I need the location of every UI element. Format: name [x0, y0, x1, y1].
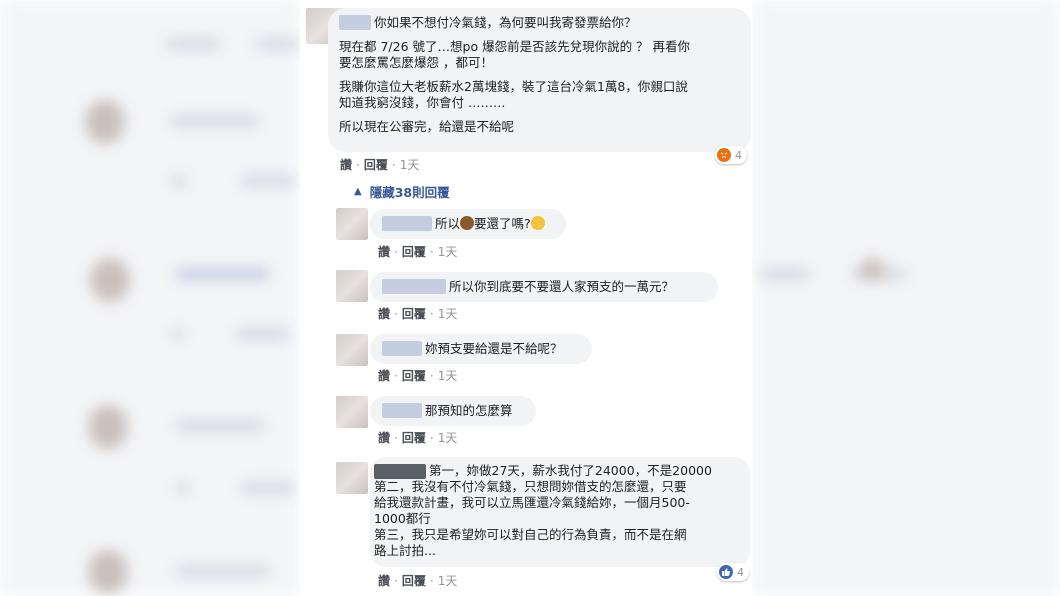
timestamp[interactable]: 1天 [438, 429, 458, 446]
money-bag-icon [460, 216, 475, 230]
avatar[interactable] [336, 396, 368, 428]
reply-text: 第一，妳做27天，薪水我付了24000，不是20000 第二，我沒有不付冷氣錢，… [374, 463, 712, 558]
comment-text-para4: 所以現在公審完，給還是不給呢 [339, 119, 515, 134]
ghost-text [240, 175, 295, 187]
separator: · [394, 368, 398, 383]
ghost-avatar [90, 258, 130, 302]
commenter-name-redacted[interactable] [382, 403, 422, 418]
timestamp[interactable]: 1天 [438, 367, 458, 384]
avatar[interactable] [336, 208, 368, 240]
commenter-name-redacted[interactable] [374, 464, 426, 479]
like-link[interactable]: 讚 [340, 156, 352, 173]
ghost-text [170, 175, 188, 187]
reply-link[interactable]: 回覆 [402, 243, 426, 260]
reply-actions: 讚 · 回覆 · 1天 [378, 429, 457, 446]
reply-actions: 讚 · 回覆 · 1天 [378, 572, 457, 589]
separator: · [356, 157, 360, 172]
commenter-name-redacted[interactable] [382, 279, 446, 294]
blurred-background-right [752, 0, 1060, 596]
ghost-text [255, 38, 300, 50]
reply-actions: 讚 · 回覆 · 1天 [378, 243, 457, 260]
reply-text: 所以你到底要不要還人家預支的一萬元？ [449, 279, 675, 294]
ghost-text [235, 328, 290, 340]
ghost-avatar [860, 258, 884, 282]
reaction-badge[interactable]: 4 [717, 563, 749, 581]
like-link[interactable]: 讚 [378, 429, 390, 446]
reply-link[interactable]: 回覆 [402, 572, 426, 589]
blurred-background-left [0, 0, 300, 596]
separator: · [429, 573, 434, 588]
commenter-name-redacted[interactable] [339, 15, 371, 30]
like-link[interactable]: 讚 [378, 367, 390, 384]
ghost-text [175, 268, 270, 280]
comment-text-para3: 我賺你這位大老板薪水2萬塊錢，裝了這台冷氣1萬8，你親口說 知道我窮沒錢，你會付… [339, 79, 688, 110]
separator: · [429, 368, 434, 383]
timestamp[interactable]: 1天 [438, 243, 458, 260]
reply-text: 那預知的怎麼算 [425, 403, 513, 418]
reply-actions: 讚 · 回覆 · 1天 [378, 367, 457, 384]
like-link[interactable]: 讚 [378, 572, 390, 589]
ghost-text [760, 268, 810, 280]
ghost-text [175, 420, 265, 432]
like-link[interactable]: 讚 [378, 243, 390, 260]
separator: · [394, 573, 398, 588]
avatar[interactable] [336, 270, 368, 302]
reaction-badge[interactable]: 4 [715, 146, 747, 164]
comment-actions: 讚 · 回覆 · 1天 [340, 156, 419, 173]
reply-bubble: 妳預支要給還是不給呢？ [370, 334, 592, 364]
main-comment-bubble: 你如果不想付冷氣錢，為何要叫我寄發票給你？ 現在都 7/26 號了…想po 爆怨… [328, 8, 751, 152]
commenter-name-redacted[interactable] [382, 216, 432, 231]
timestamp[interactable]: 1天 [400, 156, 420, 173]
ghost-text [175, 482, 190, 494]
comment-text-line1: 你如果不想付冷氣錢，為何要叫我寄發票給你？ [374, 15, 637, 30]
hide-replies-toggle[interactable]: ▲ 隱藏38則回覆 [354, 182, 450, 201]
ghost-avatar [88, 550, 128, 594]
separator: · [429, 306, 434, 321]
comment-text-para2: 現在都 7/26 號了…想po 爆怨前是否該先兌現你說的 ？ 再看你 要怎麼罵怎… [339, 39, 691, 70]
raised-hands-icon [530, 216, 545, 230]
reply-text: 所以 [435, 216, 461, 231]
ghost-avatar [85, 100, 125, 144]
like-link[interactable]: 讚 [378, 305, 390, 322]
ghost-text [175, 565, 270, 577]
ghost-text [170, 328, 185, 340]
separator: · [394, 430, 398, 445]
separator: · [391, 157, 396, 172]
reply-link[interactable]: 回覆 [402, 429, 426, 446]
comment-thread: 你如果不想付冷氣錢，為何要叫我寄發票給你？ 現在都 7/26 號了…想po 爆怨… [300, 0, 752, 596]
reply-text: 妳預支要給還是不給呢？ [425, 341, 563, 356]
separator: · [394, 244, 398, 259]
commenter-name-redacted[interactable] [382, 341, 422, 356]
ghost-avatar [88, 405, 128, 449]
angry-icon [717, 148, 731, 162]
reply-text: 要還了嗎? [474, 216, 531, 231]
reply-bubble: 所以 要還了嗎? [370, 209, 566, 239]
reply-link[interactable]: 回覆 [402, 305, 426, 322]
reaction-count: 4 [735, 148, 742, 162]
separator: · [394, 306, 398, 321]
timestamp[interactable]: 1天 [438, 572, 458, 589]
like-icon [719, 565, 733, 579]
hide-replies-label: 隱藏38則回覆 [369, 185, 450, 200]
separator: · [429, 430, 434, 445]
ghost-text [240, 482, 295, 494]
timestamp[interactable]: 1天 [438, 305, 458, 322]
reply-link[interactable]: 回覆 [364, 156, 388, 173]
separator: · [429, 244, 434, 259]
reaction-count: 4 [737, 565, 744, 579]
reply-bubble: 第一，妳做27天，薪水我付了24000，不是20000 第二，我沒有不付冷氣錢，… [370, 457, 750, 567]
avatar[interactable] [336, 462, 368, 494]
reply-actions: 讚 · 回覆 · 1天 [378, 305, 457, 322]
chevron-up-icon: ▲ [354, 186, 362, 197]
reply-bubble: 所以你到底要不要還人家預支的一萬元？ [370, 272, 718, 302]
ghost-text [170, 115, 260, 127]
avatar[interactable] [336, 334, 368, 366]
ghost-text [165, 38, 220, 50]
reply-bubble: 那預知的怎麼算 [370, 396, 536, 426]
reply-link[interactable]: 回覆 [402, 367, 426, 384]
